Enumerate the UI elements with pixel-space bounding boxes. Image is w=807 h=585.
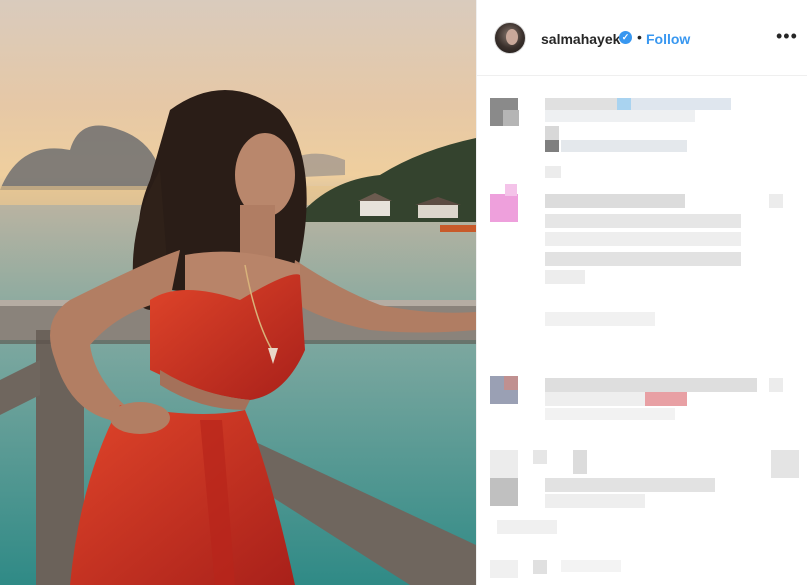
pixel-block (545, 98, 617, 110)
pixel-block (561, 560, 621, 572)
pixel-block (545, 140, 559, 152)
commenter-avatar[interactable] (490, 560, 518, 578)
pixel-block (771, 450, 799, 478)
pixel-block (545, 392, 645, 406)
pixel-block (645, 392, 687, 406)
pixel-block (545, 478, 715, 492)
pixel-block (533, 560, 547, 574)
pixel-block (503, 110, 519, 126)
comment-item (477, 372, 807, 432)
verified-badge-icon: ✓ (619, 31, 632, 44)
pixel-block (545, 270, 585, 284)
pixel-block (545, 378, 757, 392)
pixel-block (545, 252, 741, 266)
post-sidebar: salmahayek ✓ • Follow ••• (476, 0, 807, 585)
commenter-avatar[interactable] (490, 478, 518, 506)
comment-item (477, 446, 807, 546)
pixel-block (545, 408, 675, 420)
follow-button[interactable]: Follow (646, 31, 690, 47)
pixel-block (617, 98, 631, 110)
pixel-block (545, 312, 655, 326)
more-options-icon[interactable]: ••• (776, 26, 798, 47)
post-photo[interactable] (0, 0, 476, 585)
pixel-block (545, 166, 561, 178)
pixel-block (545, 194, 685, 208)
commenter-avatar[interactable] (490, 194, 518, 222)
photo-illustration (0, 90, 476, 585)
post-header: salmahayek ✓ • Follow ••• (477, 0, 807, 76)
pixel-block (490, 450, 518, 478)
pixel-block (769, 378, 783, 392)
pixel-block (545, 232, 741, 246)
avatar-face (506, 29, 518, 45)
pixel-block (505, 184, 517, 196)
username-link[interactable]: salmahayek (541, 31, 620, 47)
pixel-block (561, 140, 687, 152)
pixel-block (504, 376, 518, 390)
pixel-block (545, 214, 741, 228)
pixel-block (545, 126, 559, 140)
comment-item (477, 182, 807, 352)
profile-avatar[interactable] (494, 22, 526, 54)
pixel-block (573, 450, 587, 474)
pixel-block (533, 450, 547, 464)
pixel-block (769, 194, 783, 208)
pixel-block (545, 110, 695, 122)
comment-item (477, 560, 807, 585)
separator-dot: • (637, 29, 642, 45)
pixel-block (497, 520, 557, 534)
pixel-block (545, 494, 645, 508)
comment-item (477, 96, 807, 178)
pixel-block (631, 98, 731, 110)
